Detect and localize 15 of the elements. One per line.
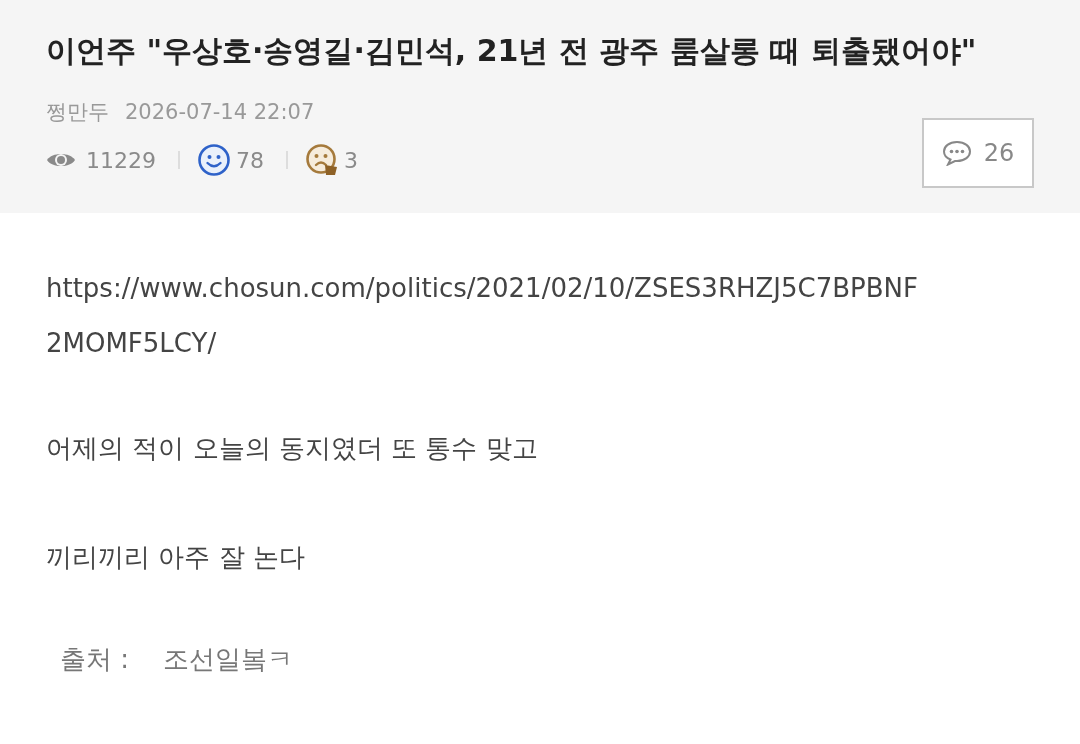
sad-face-icon[interactable] [306,144,338,176]
dislikes-count: 3 [344,147,358,173]
post-title: 이언주 "우상호·송영길·김민석, 21년 전 광주 룸살롱 때 퇴출됐어야" [46,32,978,70]
author-name[interactable]: 쩡만두 [46,98,109,126]
likes-count: 78 [236,147,264,173]
body-text: 끼리끼리 아주 잘 논다 [46,541,306,574]
url-text: https://www.chosun.com/politics/2021/02/10/ZSES3RHZJ5C7BPBNF2MOMF5LCY/ [46,272,919,360]
speech-bubble-icon [941,140,972,166]
comments-button[interactable]: 26 [922,118,1034,188]
body-text: 어제의 적이 오늘의 동지였더 또 통수 맞고 [46,432,539,465]
source-text: 조선일봌ㅋ [163,643,294,676]
post-date: 2026-07-14 22:07 [125,99,315,126]
source-label: 출처 : [60,643,130,676]
views-count: 11229 [86,147,156,173]
smiley-icon[interactable] [198,144,230,176]
